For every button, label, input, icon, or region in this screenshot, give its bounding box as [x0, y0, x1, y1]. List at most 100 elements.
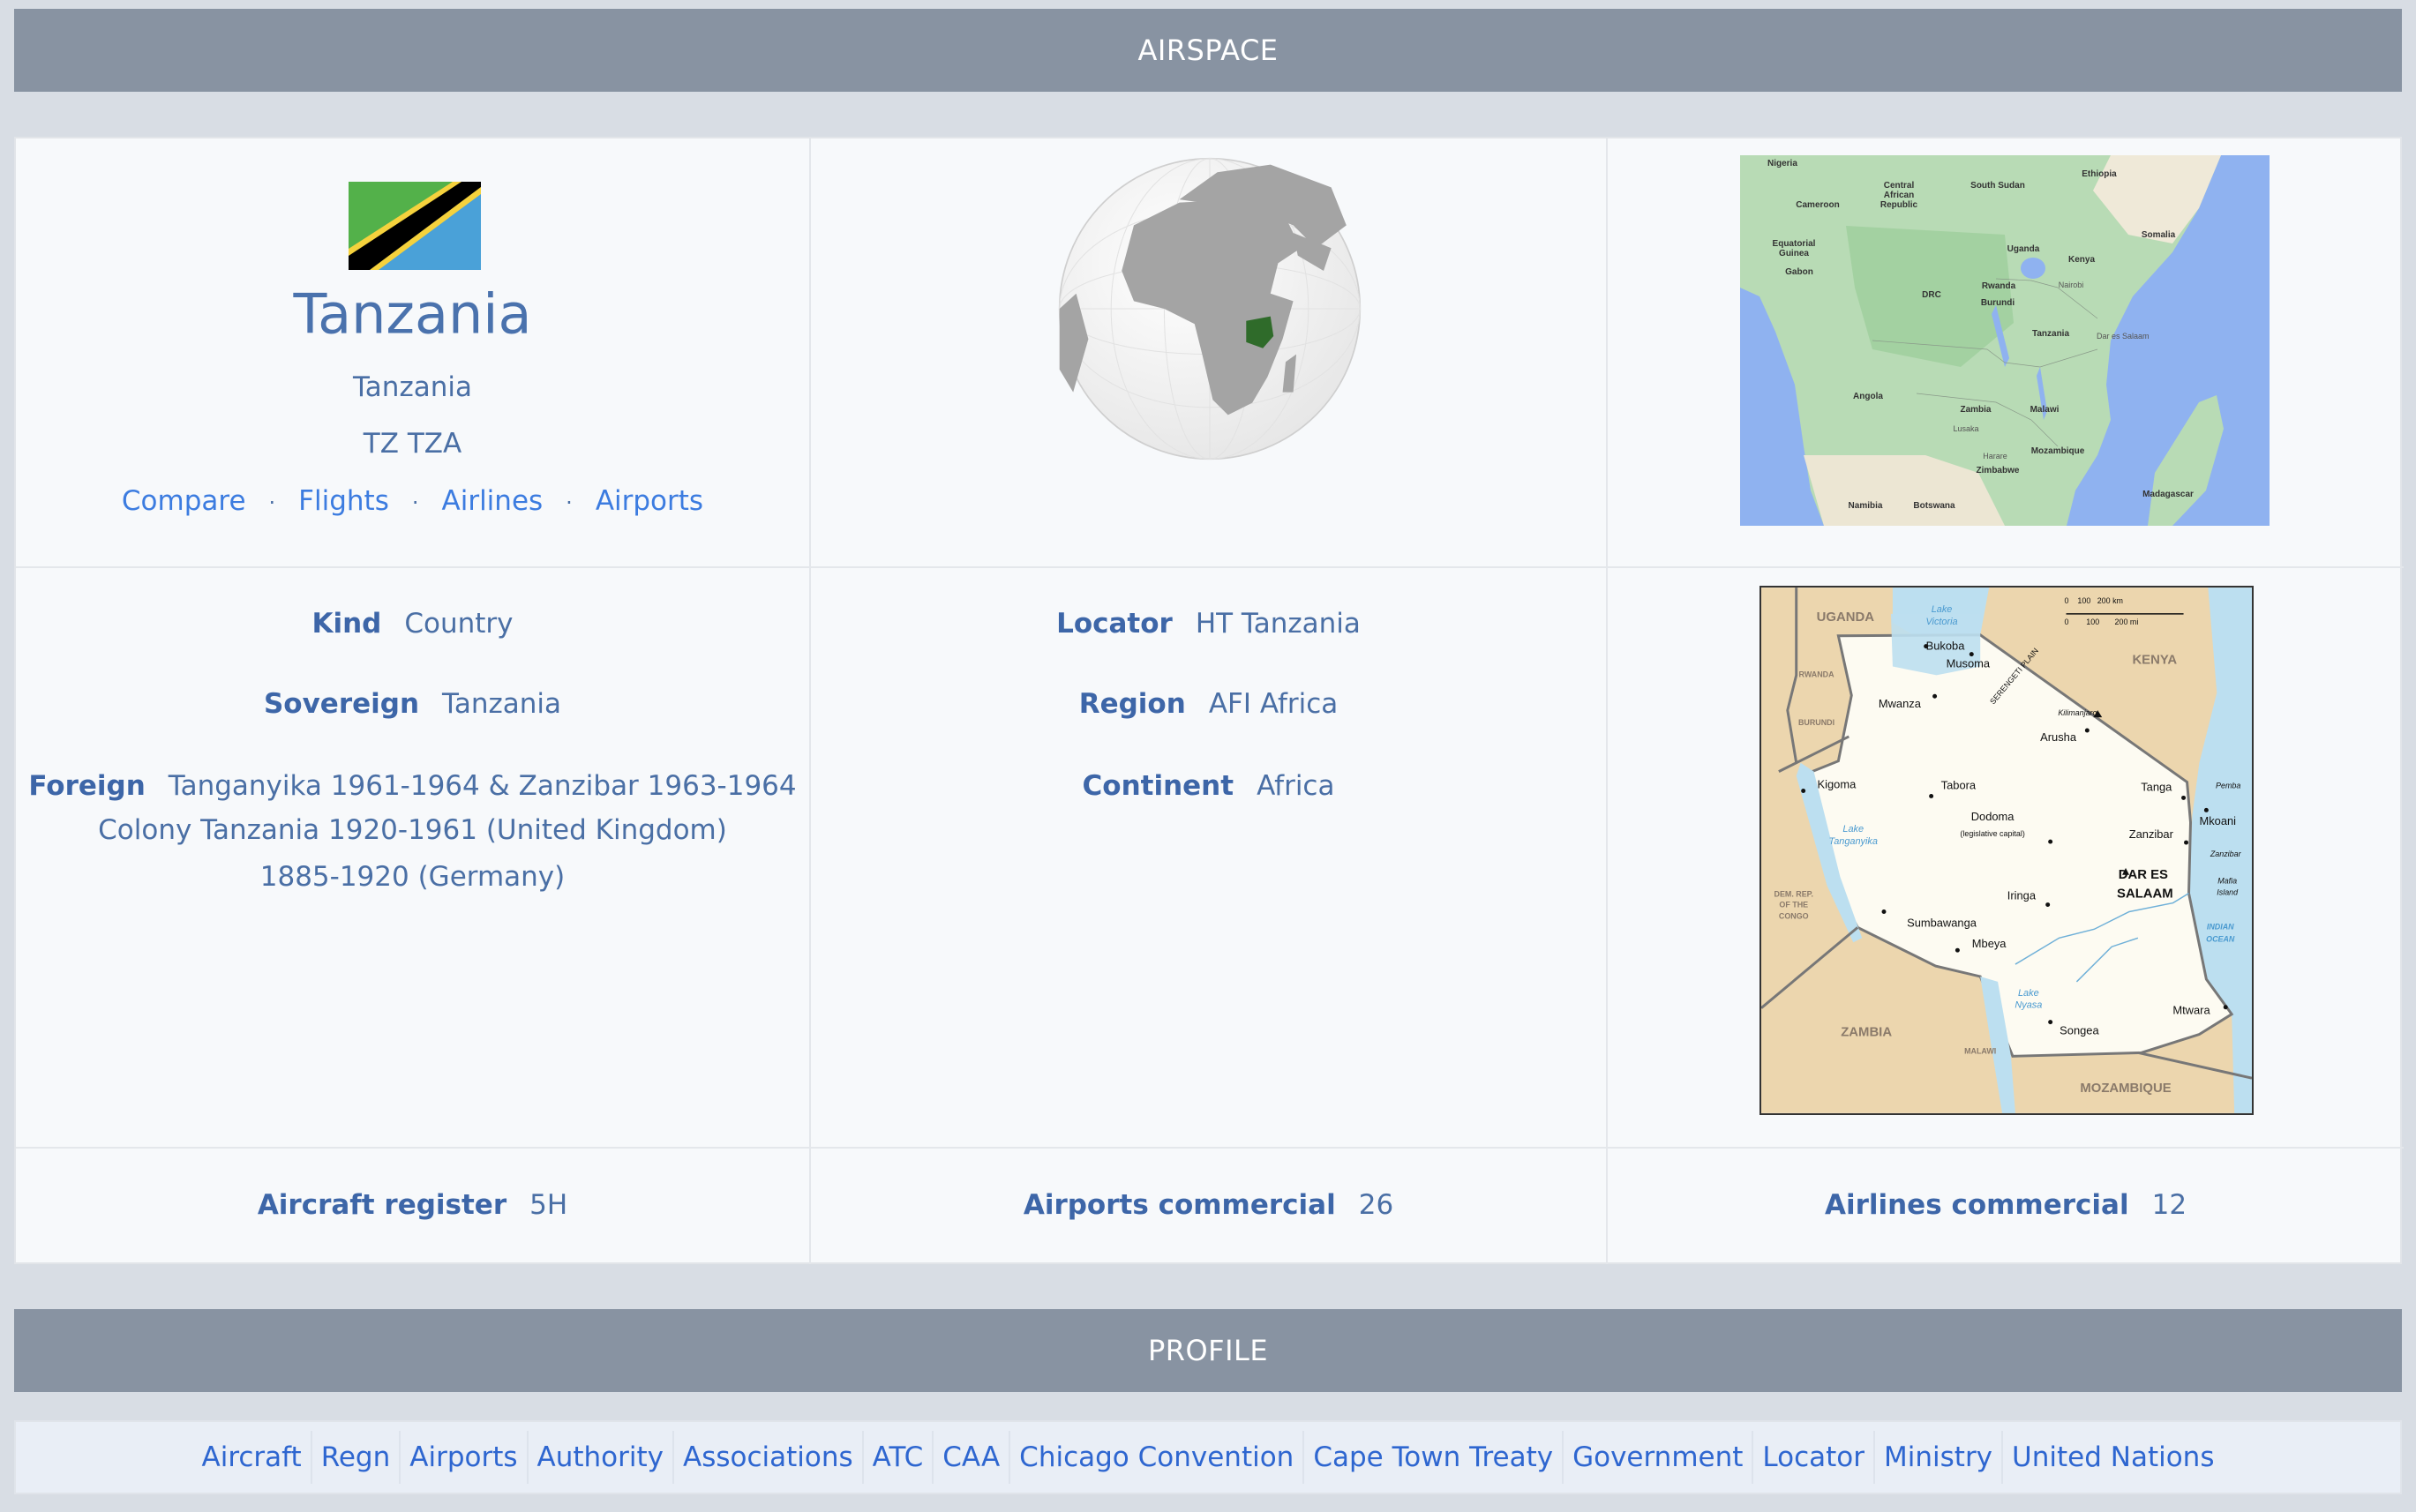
- airports-commercial-label: Airports commercial: [1023, 1189, 1336, 1221]
- map-label: OF THE: [1779, 901, 1808, 909]
- tanzania-flag-icon: [349, 182, 481, 270]
- map-label: Bukoba: [1926, 640, 1966, 653]
- map-label: Mtwara: [2172, 1004, 2210, 1017]
- map-label: Angola: [1853, 392, 1883, 401]
- airspace-header: AIRSPACE: [14, 9, 2402, 92]
- map-label: Mkoani: [2199, 814, 2236, 827]
- country-title: Tanzania: [293, 281, 532, 347]
- map-label: Victoria: [1925, 617, 1957, 627]
- locator-value: HT Tanzania: [1195, 608, 1361, 640]
- nav-cape-town-treaty[interactable]: Cape Town Treaty: [1304, 1431, 1564, 1484]
- map-label: OCEAN: [2206, 934, 2235, 943]
- map-scale-label: 0 100 200 km: [2065, 596, 2123, 605]
- compare-link[interactable]: Compare: [122, 485, 246, 517]
- globe-locator-image: [1058, 157, 1362, 460]
- map-label: Botswana: [1913, 501, 1955, 511]
- map-label: Kigoma: [1818, 778, 1857, 791]
- location-details-cell: Locator HT Tanzania Region AFI Africa Cont…: [811, 568, 1608, 1149]
- country-details-cell: Kind Country Sovereign Tanzania Foreign Tan…: [16, 568, 811, 1149]
- flights-link[interactable]: Flights: [298, 485, 389, 517]
- airlines-link[interactable]: Airlines: [442, 485, 544, 517]
- locator-field: Locator HT Tanzania: [811, 608, 1606, 640]
- map-label: Songea: [2060, 1024, 2099, 1037]
- map-label: Gabon: [1785, 267, 1813, 277]
- map-label: South Sudan: [1970, 181, 2025, 191]
- nav-aircraft[interactable]: Aircraft: [193, 1431, 312, 1484]
- foreign-value: Colony Tanzania 1920-1961 (United Kingdo…: [98, 814, 727, 846]
- aircraft-register-value: 5H: [529, 1189, 568, 1221]
- kind-label: Kind: [311, 608, 382, 640]
- map-label: Zambia: [1960, 405, 1991, 415]
- region-value: AFI Africa: [1208, 688, 1339, 720]
- country-map-image: UGANDA KENYA ZAMBIA MOZAMBIQUE RWANDA BU…: [1759, 586, 2254, 1115]
- map-label: Rwanda: [1982, 281, 2016, 291]
- airports-link[interactable]: Airports: [596, 485, 703, 517]
- map-label: Guinea: [1779, 249, 1809, 258]
- map-label: Lake: [2018, 988, 2039, 999]
- map-label: Lusaka: [1953, 424, 1978, 433]
- map-label: DEM. REP.: [1774, 890, 1813, 899]
- nav-ministry[interactable]: Ministry: [1875, 1431, 2004, 1484]
- map-scale-label: 0 100 200 mi: [2065, 618, 2139, 626]
- map-label: Tanzania: [2032, 329, 2069, 339]
- nav-authority[interactable]: Authority: [529, 1431, 674, 1484]
- foreign-label: Foreign: [28, 770, 146, 802]
- map-label: Sumbawanga: [1907, 916, 1977, 929]
- nav-regn[interactable]: Regn: [312, 1431, 401, 1484]
- region-field: Region AFI Africa: [811, 688, 1606, 720]
- airlines-commercial-value: 12: [2151, 1189, 2187, 1221]
- country-codes: TZ TZA: [363, 428, 462, 460]
- map-label: UGANDA: [1817, 610, 1875, 625]
- map-label: Mbeya: [1972, 937, 2007, 950]
- map-label: Mafia: [2217, 877, 2237, 886]
- map-label: Kenya: [2068, 255, 2095, 265]
- region-map-image: Nigeria Central African Republic South S…: [1740, 155, 2270, 526]
- map-label: Mwanza: [1879, 697, 1922, 710]
- nav-associations[interactable]: Associations: [674, 1431, 864, 1484]
- airlines-commercial-field: Airlines commercial 12: [1608, 1189, 2404, 1221]
- map-label: Zanzibar: [2210, 850, 2242, 858]
- map-label: Nyasa: [2015, 1000, 2042, 1011]
- map-label: MALAWI: [1964, 1046, 1996, 1055]
- map-label: Nairobi: [2059, 281, 2084, 289]
- map-label: (legislative capital): [1960, 829, 2024, 838]
- sovereign-field: Sovereign Tanzania: [16, 688, 809, 720]
- map-label: Madagascar: [2142, 490, 2194, 499]
- profile-nav: Aircraft Regn Airports Authority Associa…: [14, 1420, 2402, 1494]
- map-label: INDIAN: [2207, 922, 2234, 931]
- country-links: Compare · Flights · Airlines · Airports: [16, 485, 809, 517]
- map-label: Zimbabwe: [1977, 466, 2020, 475]
- map-label: Lake: [1932, 604, 1953, 615]
- map-label: Burundi: [1981, 298, 2015, 308]
- map-label: Equatorial: [1773, 239, 1816, 249]
- map-label: Iringa: [2007, 889, 2037, 902]
- map-label: Dar es Salaam: [2097, 332, 2150, 341]
- map-label: ZAMBIA: [1841, 1025, 1892, 1039]
- nav-government[interactable]: Government: [1564, 1431, 1754, 1484]
- separator: ·: [268, 490, 276, 515]
- map-label: Malawi: [2030, 405, 2060, 415]
- map-label: DRC: [1922, 290, 1941, 300]
- nav-caa[interactable]: CAA: [934, 1431, 1011, 1484]
- map-label: Island: [2217, 888, 2239, 897]
- continent-field: Continent Africa: [811, 770, 1606, 802]
- nav-airports[interactable]: Airports: [401, 1431, 529, 1484]
- map-label: Namibia: [1849, 501, 1883, 511]
- kind-field: Kind Country: [16, 608, 809, 640]
- aircraft-register-cell: Aircraft register 5H: [16, 1149, 811, 1264]
- nav-chicago-convention[interactable]: Chicago Convention: [1010, 1431, 1305, 1484]
- map-label: RWANDA: [1799, 670, 1835, 678]
- map-label: Uganda: [2007, 244, 2040, 254]
- map-label: Tanganyika: [1829, 836, 1878, 847]
- map-label: Musoma: [1947, 656, 1991, 670]
- sovereign-value: Tanzania: [442, 688, 562, 720]
- nav-locator[interactable]: Locator: [1753, 1431, 1876, 1484]
- globe-cell: [811, 138, 1608, 568]
- map-label: Dodoma: [1971, 810, 2015, 823]
- profile-header: PROFILE: [14, 1309, 2402, 1392]
- nav-united-nations[interactable]: United Nations: [2003, 1431, 2223, 1484]
- map-label: African: [1884, 191, 1914, 200]
- map-label: MOZAMBIQUE: [2080, 1082, 2171, 1096]
- map-label: Zanzibar: [2129, 827, 2174, 841]
- nav-atc[interactable]: ATC: [864, 1431, 934, 1484]
